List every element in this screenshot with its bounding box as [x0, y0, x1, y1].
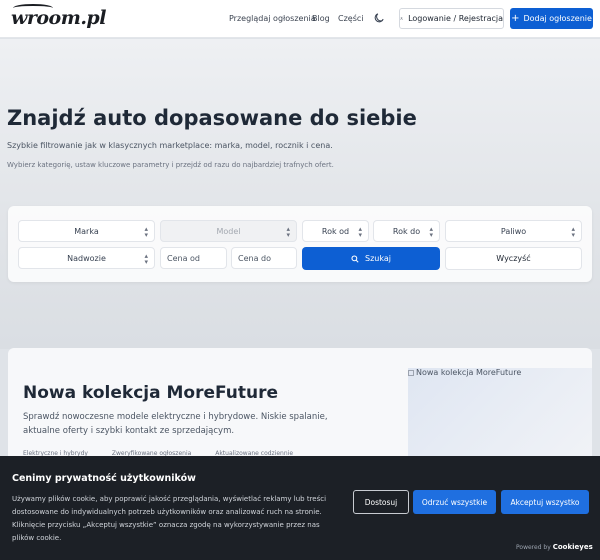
- year-to-value: Rok do: [392, 226, 421, 236]
- model-select-value: Model: [216, 226, 241, 236]
- price-to-field[interactable]: [231, 247, 297, 269]
- promo-title: Nowa kolekcja MoreFuture: [23, 383, 279, 403]
- clear-button[interactable]: Wyczyść: [445, 247, 582, 270]
- nav-parts[interactable]: Części: [338, 14, 364, 23]
- logo-swoosh: [13, 4, 53, 12]
- year-from-select[interactable]: Rok od ▴ ▾: [302, 220, 369, 242]
- price-from-input[interactable]: [167, 253, 226, 263]
- nav-blog[interactable]: Blog: [312, 14, 330, 23]
- add-listing-label: Dodaj ogłoszenie: [523, 14, 592, 23]
- cookie-text: Używamy plików cookie, aby poprawić jako…: [12, 495, 327, 542]
- fuel-select-value: Paliwo: [500, 226, 527, 236]
- clear-button-label: Wyczyść: [496, 254, 531, 263]
- hero-subtitle: Szybkie filtrowanie jak w klasycznych ma…: [7, 141, 333, 150]
- nav-browse-listings[interactable]: Przeglądaj ogłoszenia: [229, 14, 316, 23]
- promo-image-alt-text: Nowa kolekcja MoreFuture: [416, 368, 522, 377]
- chevron-updown-icon: ▴ ▾: [144, 252, 148, 266]
- cookie-customize-button[interactable]: Dostosuj: [353, 490, 409, 514]
- promo-image: Nowa kolekcja MoreFuture: [408, 368, 592, 468]
- year-to-select[interactable]: Rok do ▴ ▾: [373, 220, 440, 242]
- year-from-value: Rok od: [321, 226, 350, 236]
- add-listing-button[interactable]: + Dodaj ogłoszenie: [510, 8, 593, 29]
- broken-image-icon: [408, 369, 414, 376]
- model-select[interactable]: Model ▴ ▾: [160, 220, 297, 242]
- login-register-label: Logowanie / Rejestracja: [408, 14, 503, 23]
- hero-description: Wybierz kategorię, ustaw kluczowe parame…: [7, 161, 334, 169]
- cookie-reject-all-button[interactable]: Odrzuć wszystkie: [413, 490, 496, 514]
- price-to-input[interactable]: [238, 253, 296, 263]
- hero-title: Znajdź auto dopasowane do siebie: [7, 106, 417, 130]
- chevron-updown-icon: ▴ ▾: [286, 225, 290, 239]
- chevron-updown-icon: ▴ ▾: [358, 225, 362, 239]
- cookie-powered-by: Powered by Cookieyes: [516, 543, 593, 551]
- fuel-select[interactable]: Paliwo ▴ ▾: [445, 220, 582, 242]
- make-select-value: Marka: [74, 226, 99, 236]
- promo-image-alt: Nowa kolekcja MoreFuture: [408, 368, 521, 377]
- chevron-updown-icon: ▴ ▾: [429, 225, 433, 239]
- make-select[interactable]: Marka ▴ ▾: [18, 220, 155, 242]
- promo-description: Sprawdź nowoczesne modele elektryczne i …: [23, 412, 328, 436]
- cookie-reject-label: Odrzuć wszystkie: [421, 497, 488, 507]
- chevron-updown-icon: ▴ ▾: [571, 225, 575, 239]
- cookie-accept-all-button[interactable]: Akceptuj wszystko: [501, 490, 589, 514]
- user-icon: [400, 17, 403, 20]
- hero-section: [0, 39, 600, 349]
- login-register-button[interactable]: Logowanie / Rejestracja: [399, 8, 504, 29]
- body-type-select[interactable]: Nadwozie ▴ ▾: [18, 247, 155, 269]
- body-type-value: Nadwozie: [67, 253, 106, 263]
- cookie-title: Cenimy prywatność użytkowników: [12, 473, 196, 484]
- cookie-customize-label: Dostosuj: [364, 497, 398, 507]
- moon-icon[interactable]: [374, 12, 385, 23]
- site-logo[interactable]: wroom.pl: [11, 4, 106, 29]
- search-button-label: Szukaj: [365, 254, 391, 263]
- powered-by-text: Powered by: [516, 544, 551, 551]
- cookie-accept-label: Akceptuj wszystko: [510, 497, 580, 507]
- search-filter-panel: [8, 206, 592, 282]
- search-icon: [351, 254, 359, 263]
- plus-icon: +: [511, 12, 520, 24]
- search-button[interactable]: Szukaj: [302, 247, 440, 270]
- chevron-updown-icon: ▴ ▾: [144, 225, 148, 239]
- cookieyes-logo[interactable]: Cookieyes: [553, 543, 593, 551]
- price-from-field[interactable]: [160, 247, 227, 269]
- site-header: wroom.pl Przeglądaj ogłoszenia Blog Częś…: [0, 0, 600, 38]
